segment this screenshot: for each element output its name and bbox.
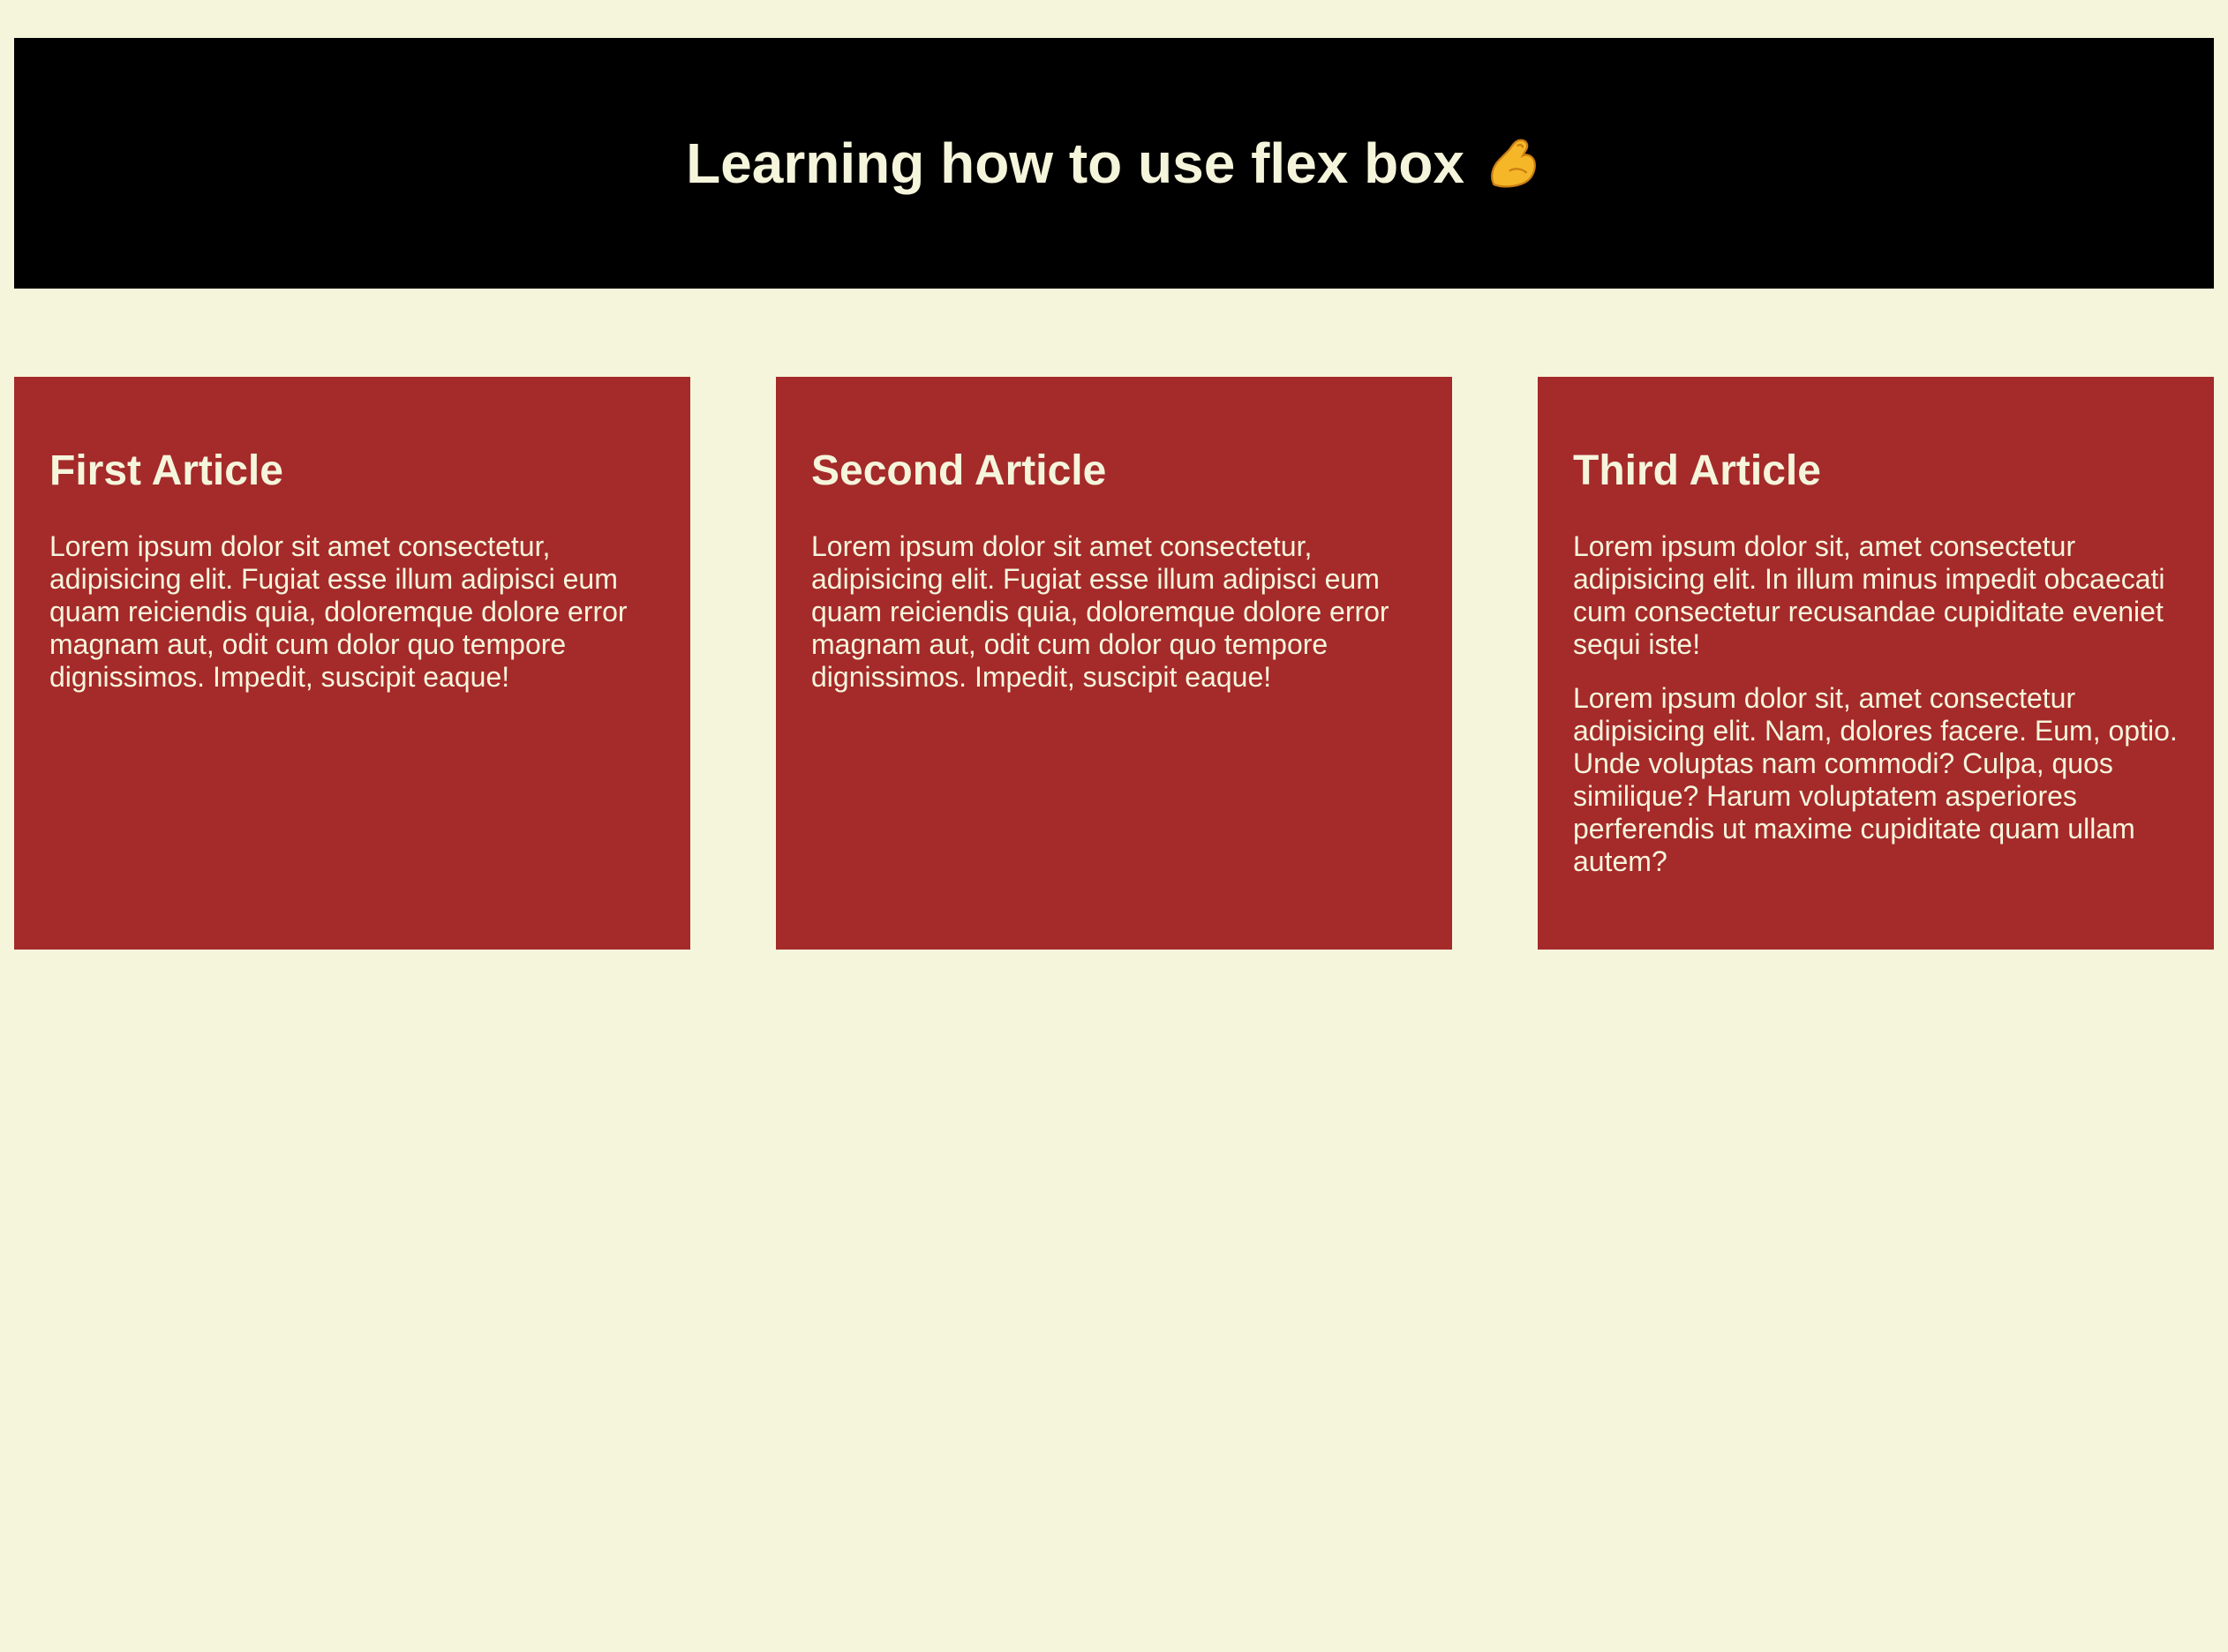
flexed-biceps-icon	[1491, 139, 1536, 188]
article-paragraph: Lorem ipsum dolor sit, amet consectetur …	[1573, 682, 2178, 877]
page-title-text: Learning how to use flex box	[686, 131, 1464, 195]
article-title: Second Article	[811, 447, 1107, 494]
article-paragraph: Lorem ipsum dolor sit amet consectetur, …	[49, 530, 628, 693]
article-title: Third Article	[1573, 447, 1821, 494]
article-paragraph: Lorem ipsum dolor sit, amet consectetur …	[1573, 530, 2165, 660]
article-paragraph: Lorem ipsum dolor sit amet consectetur, …	[811, 530, 1389, 693]
article-card-third: Third Article Lorem ipsum dolor sit, ame…	[1538, 377, 2214, 950]
page-title: Learning how to use flex box	[686, 131, 1542, 196]
articles-container: First Article Lorem ipsum dolor sit amet…	[14, 377, 2214, 950]
article-title: First Article	[49, 447, 283, 494]
page-header: Learning how to use flex box	[14, 38, 2214, 289]
article-card-second: Second Article Lorem ipsum dolor sit ame…	[776, 377, 1452, 950]
article-card-first: First Article Lorem ipsum dolor sit amet…	[14, 377, 690, 950]
